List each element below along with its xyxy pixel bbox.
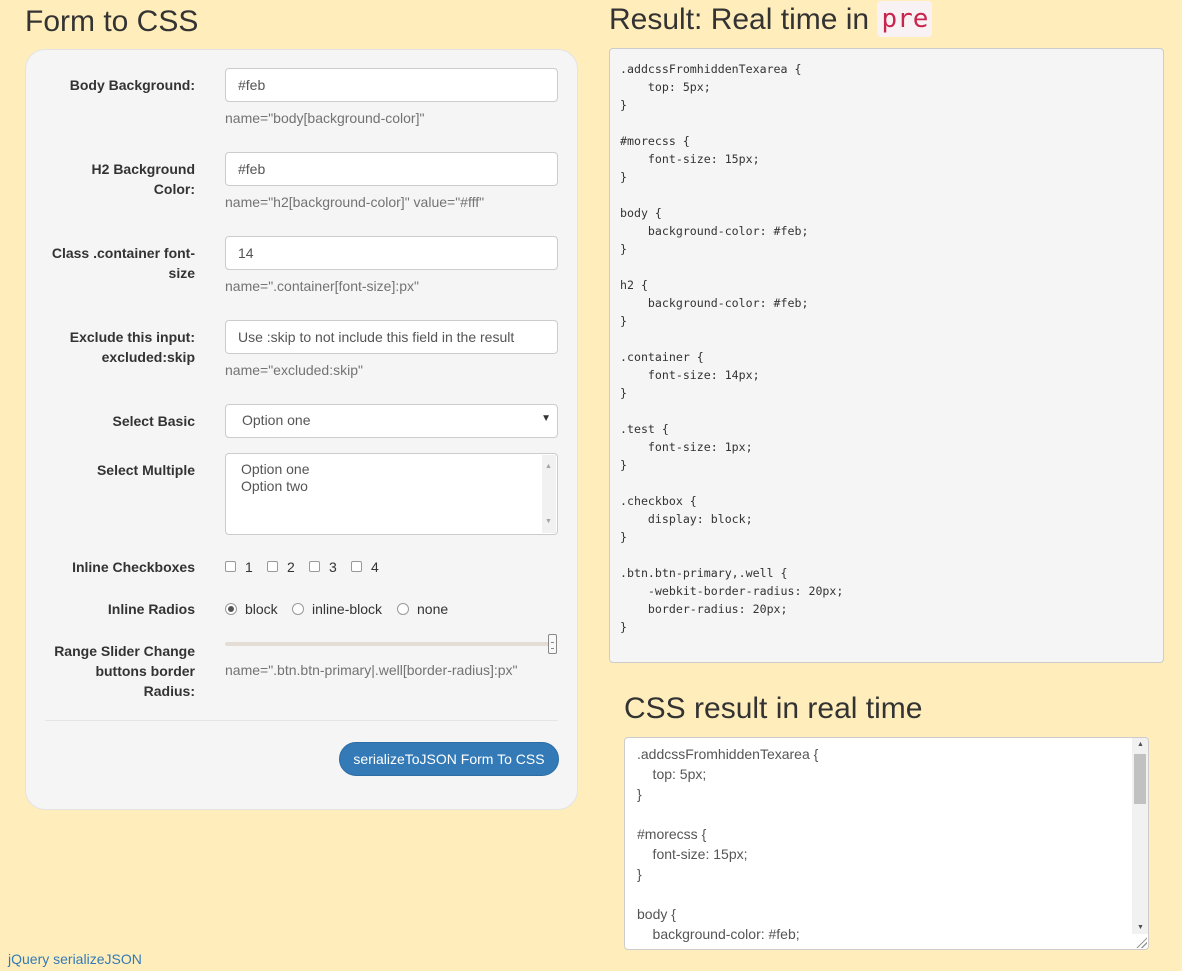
textarea-scrollbar[interactable]: ▲ ▼ [1132, 738, 1148, 934]
checkbox-1[interactable] [225, 561, 236, 572]
container-font-size-help: name=".container[font-size]:px" [225, 278, 419, 294]
resize-grip-icon[interactable] [1135, 936, 1147, 948]
exclude-help: name="excluded:skip" [225, 362, 363, 378]
checkbox-1-label: 1 [245, 559, 253, 575]
scroll-up-icon: ▲ [545, 463, 552, 470]
h2-background-label: H2 Background Color: [91, 161, 195, 197]
form-title: Form to CSS [25, 5, 199, 38]
select-multiple-label: Select Multiple [96, 462, 195, 478]
chevron-down-icon: ▼ [541, 413, 551, 424]
result-title: Result: Real time in pre [609, 1, 933, 37]
result-pre: .addcssFromhiddenTexarea { top: 5px; } #… [609, 48, 1164, 663]
checkbox-4-label: 4 [371, 559, 379, 575]
checkbox-3[interactable] [309, 561, 320, 572]
select-basic-value: Option one [242, 412, 311, 428]
range-slider-label: Range Slider Change buttons border Radius: [54, 643, 195, 699]
radio-block[interactable] [225, 603, 237, 615]
select-basic-label: Select Basic [112, 413, 196, 429]
range-slider-help: name=".btn.btn-primary|.well[border-radi… [225, 662, 518, 678]
css-result-title: CSS result in real time [624, 692, 923, 725]
range-slider-track[interactable] [225, 642, 556, 646]
select-multiple-list[interactable]: Option one Option two ▲ ▼ [225, 453, 558, 535]
container-font-size-label: Class .container font-size [51, 245, 195, 281]
scroll-down-icon: ▼ [545, 518, 552, 525]
scrollbar-thumb[interactable] [1134, 754, 1146, 804]
exclude-label: Exclude this input: excluded:skip [69, 329, 195, 365]
pre-code-tag: pre [877, 1, 933, 37]
body-background-help: name="body[background-color]" [225, 110, 425, 126]
radio-block-label: block [245, 601, 278, 617]
h2-background-help: name="h2[background-color]" value="#fff" [225, 194, 485, 210]
footer-link[interactable]: jQuery serializeJSON [8, 951, 142, 967]
inline-radios-label: Inline Radios [107, 601, 195, 617]
inline-checkboxes-label: Inline Checkboxes [72, 559, 195, 575]
radio-none[interactable] [397, 603, 409, 615]
body-background-label: Body Background: [69, 77, 195, 93]
exclude-input[interactable] [225, 320, 558, 354]
css-result-textarea[interactable]: .addcssFromhiddenTexarea { top: 5px; } #… [624, 737, 1149, 950]
serialize-submit-button[interactable]: serializeToJSON Form To CSS [339, 742, 559, 776]
select-multiple-option[interactable]: Option two [241, 478, 542, 495]
scroll-down-icon: ▼ [1137, 924, 1144, 931]
range-slider-handle[interactable] [548, 634, 557, 654]
h2-background-input[interactable] [225, 152, 558, 186]
select-multiple-option[interactable]: Option one [241, 461, 542, 478]
checkbox-2[interactable] [267, 561, 278, 572]
radio-inline-block-label: inline-block [312, 601, 383, 617]
select-multiple-scrollbar[interactable]: ▲ ▼ [542, 455, 556, 533]
select-basic-dropdown[interactable]: Option one ▼ [225, 404, 558, 438]
radio-none-label: none [417, 601, 449, 617]
radio-inline-block[interactable] [292, 603, 304, 615]
checkbox-2-label: 2 [287, 559, 295, 575]
css-result-text: .addcssFromhiddenTexarea { top: 5px; } #… [637, 746, 819, 949]
container-font-size-input[interactable] [225, 236, 558, 270]
scroll-up-icon: ▲ [1137, 741, 1144, 748]
checkbox-4[interactable] [351, 561, 362, 572]
divider [45, 720, 558, 721]
checkbox-3-label: 3 [329, 559, 337, 575]
body-background-input[interactable] [225, 68, 558, 102]
